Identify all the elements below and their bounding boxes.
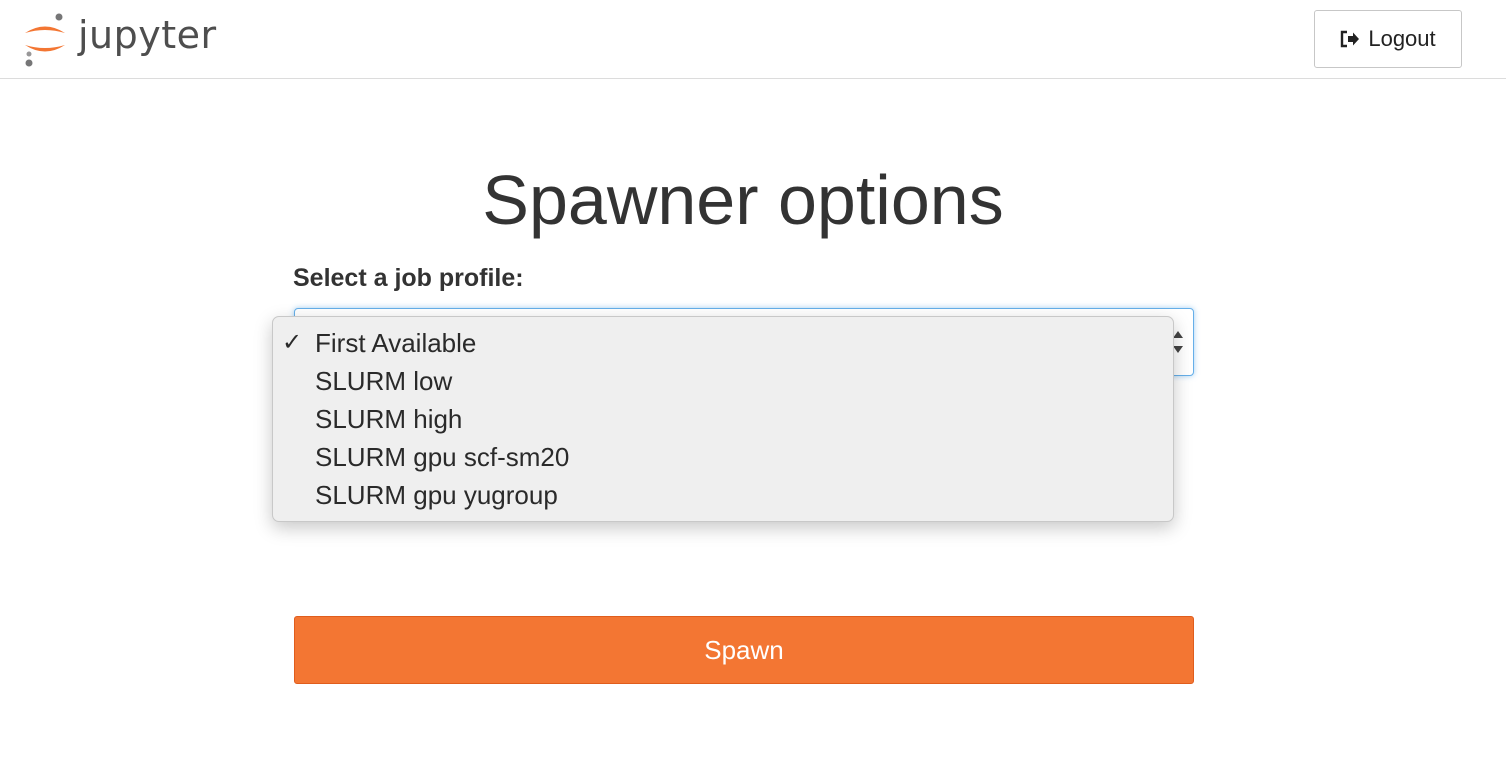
- jupyter-logo-icon: [20, 10, 70, 68]
- logo-text: jupyter: [78, 13, 217, 57]
- option-label: SLURM gpu yugroup: [315, 480, 558, 510]
- checkmark-icon: ✓: [282, 329, 303, 356]
- dropdown-option-slurm-high[interactable]: SLURM high: [273, 401, 1173, 439]
- spawn-button[interactable]: Spawn: [294, 616, 1194, 684]
- logout-label: Logout: [1368, 26, 1436, 51]
- option-label: First Available: [315, 328, 477, 358]
- dropdown-option-first-available[interactable]: ✓ First Available: [273, 325, 1173, 363]
- logout-button[interactable]: Logout: [1314, 10, 1462, 68]
- dropdown-option-slurm-gpu-scf-sm20[interactable]: SLURM gpu scf-sm20: [273, 439, 1173, 477]
- page-title: Spawner options: [482, 161, 1004, 239]
- jupyter-logo[interactable]: jupyter: [20, 10, 217, 68]
- option-label: SLURM low: [315, 366, 453, 396]
- option-label: SLURM high: [315, 404, 463, 434]
- option-label: SLURM gpu scf-sm20: [315, 442, 570, 472]
- dropdown-option-slurm-gpu-yugroup[interactable]: SLURM gpu yugroup: [273, 477, 1173, 515]
- dropdown-option-slurm-low[interactable]: SLURM low: [273, 363, 1173, 401]
- spawn-label: Spawn: [704, 634, 784, 665]
- profile-dropdown-menu: ✓ First Available SLURM low SLURM high S…: [272, 316, 1174, 522]
- profile-label: Select a job profile:: [293, 264, 524, 292]
- sign-out-icon: [1340, 30, 1360, 48]
- navbar: jupyter Logout: [0, 0, 1506, 79]
